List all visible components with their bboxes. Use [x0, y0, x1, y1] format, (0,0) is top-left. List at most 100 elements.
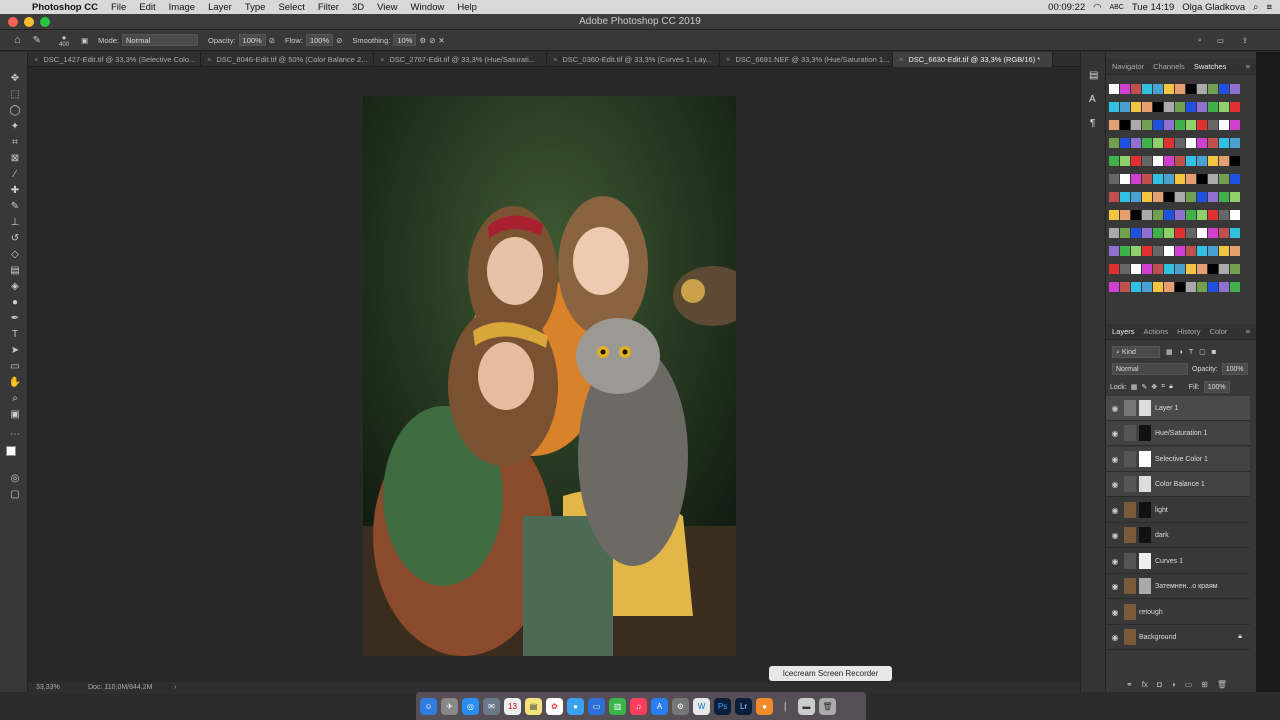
swatch[interactable] [1120, 120, 1130, 130]
swatch[interactable] [1208, 228, 1218, 238]
swatch[interactable] [1109, 156, 1119, 166]
swatch[interactable] [1120, 282, 1130, 292]
swatch[interactable] [1197, 174, 1207, 184]
menu-layer[interactable]: Layer [208, 2, 232, 13]
swatch[interactable] [1120, 174, 1130, 184]
layer-row[interactable]: ◉ Curves 1 [1106, 549, 1250, 574]
swatch[interactable] [1230, 102, 1240, 112]
pen-tool-icon[interactable]: ✒ [8, 312, 22, 326]
close-tab-icon[interactable]: × [899, 55, 903, 64]
mail-icon[interactable]: ✉ [483, 697, 500, 715]
messages-icon[interactable]: ● [567, 697, 584, 715]
panel-menu-icon[interactable]: ≡ [1246, 327, 1250, 336]
swatch[interactable] [1120, 192, 1130, 202]
filter-shape-icon[interactable]: ▢ [1199, 348, 1206, 356]
menu-list-icon[interactable]: ≡ [1266, 2, 1272, 13]
swatch[interactable] [1175, 282, 1185, 292]
filter-smart-icon[interactable]: ◙ [1212, 349, 1216, 356]
photoshop-dock-icon[interactable]: Ps [714, 697, 731, 715]
swatch[interactable] [1164, 282, 1174, 292]
trash-dock-icon[interactable]: 🗑︎ [819, 697, 836, 715]
lock-transparent-icon[interactable]: ▦ [1131, 383, 1138, 391]
swatch[interactable] [1153, 138, 1163, 148]
lock-all-icon[interactable]: 🔒︎ [1169, 383, 1173, 391]
swatch[interactable] [1175, 156, 1185, 166]
app-store-icon[interactable]: A [651, 697, 668, 715]
tab-layers[interactable]: Layers [1112, 327, 1135, 336]
eye-icon[interactable]: ◉ [1106, 531, 1124, 540]
swatch[interactable] [1208, 120, 1218, 130]
menu-type[interactable]: Type [245, 2, 266, 13]
screen-mode-icon[interactable]: ▢ [8, 488, 22, 502]
move-tool-icon[interactable]: ✥ [8, 72, 22, 86]
frame-tool-icon[interactable]: ⊠ [8, 152, 22, 166]
swatch[interactable] [1164, 174, 1174, 184]
brush-settings-icon[interactable]: ▣ [81, 36, 88, 45]
quick-select-icon[interactable]: ✦ [8, 120, 22, 134]
swatch[interactable] [1219, 264, 1229, 274]
tab-doc-4[interactable]: × DSC_0360-Edit.tif @ 33,3% (Curves 1, La… [547, 52, 720, 67]
swatch[interactable] [1109, 84, 1119, 94]
swatch[interactable] [1153, 246, 1163, 256]
tab-doc-active[interactable]: × DSC_6630-Edit.tif @ 33,3% (RGB/16) * [893, 52, 1053, 67]
eye-icon[interactable]: ◉ [1106, 608, 1124, 617]
smoothing-input[interactable]: 10% [393, 34, 417, 46]
swatch[interactable] [1219, 246, 1229, 256]
lightroom-icon[interactable]: Lr [735, 697, 752, 715]
brush-tool-side-icon[interactable]: ✎ [8, 200, 22, 214]
swatch[interactable] [1208, 210, 1218, 220]
eye-icon[interactable]: ◉ [1106, 404, 1124, 413]
swatch[interactable] [1142, 120, 1152, 130]
swatch[interactable] [1142, 282, 1152, 292]
hand-tool-icon[interactable]: ✋ [8, 376, 22, 390]
swatch[interactable] [1208, 264, 1218, 274]
swatch[interactable] [1175, 102, 1185, 112]
status-arrow-icon[interactable]: › [174, 684, 176, 691]
swatch[interactable] [1120, 264, 1130, 274]
swatch[interactable] [1109, 264, 1119, 274]
swatch[interactable] [1186, 174, 1196, 184]
tab-history[interactable]: History [1177, 327, 1200, 336]
trash-icon[interactable]: 🗑︎ [1217, 680, 1227, 689]
history-brush-icon[interactable]: ↺ [8, 232, 22, 246]
document-photo[interactable] [363, 96, 736, 656]
search-icon-ps[interactable]: ⌕ [1198, 35, 1202, 45]
zoom-level[interactable]: 33,33% [36, 684, 60, 691]
word-icon[interactable]: W [693, 697, 710, 715]
swatch[interactable] [1230, 84, 1240, 94]
swatch[interactable] [1208, 246, 1218, 256]
filter-adjust-icon[interactable]: ◑ [1179, 349, 1183, 356]
swatch[interactable] [1164, 156, 1174, 166]
swatch[interactable] [1120, 246, 1130, 256]
eye-icon[interactable]: ◉ [1106, 429, 1124, 438]
swatch[interactable] [1131, 282, 1141, 292]
swatch[interactable] [1230, 264, 1240, 274]
swatch[interactable] [1197, 102, 1207, 112]
swatch[interactable] [1164, 246, 1174, 256]
music-icon[interactable]: ♫ [630, 697, 647, 715]
swatch[interactable] [1197, 120, 1207, 130]
safari-icon[interactable]: ◎ [462, 697, 479, 715]
swatch[interactable] [1219, 282, 1229, 292]
swatch[interactable] [1131, 228, 1141, 238]
mode-select[interactable]: Normal [122, 34, 199, 46]
close-tab-icon[interactable]: × [34, 55, 38, 64]
swatch[interactable] [1164, 228, 1174, 238]
airbrush-icon[interactable]: ⊘ [336, 36, 342, 45]
layer-row[interactable]: ◉ Background 🔒︎ [1106, 625, 1250, 650]
new-group-icon[interactable]: ▭ [1185, 680, 1193, 689]
filter-type-icon[interactable]: T [1189, 349, 1193, 356]
swatch[interactable] [1131, 84, 1141, 94]
tab-color[interactable]: Color [1209, 327, 1227, 336]
eye-icon[interactable]: ◉ [1106, 582, 1124, 591]
swatch[interactable] [1153, 210, 1163, 220]
pressure-opacity-icon[interactable]: ⊘ [269, 36, 275, 45]
layer-row[interactable]: ◉ Затемнен...о краям [1106, 574, 1250, 599]
symmetry-icon[interactable]: ✕ [438, 36, 444, 45]
swatch[interactable] [1109, 192, 1119, 202]
eyedropper-icon[interactable]: ⁄ [8, 168, 22, 182]
swatch[interactable] [1219, 228, 1229, 238]
swatch[interactable] [1131, 174, 1141, 184]
swatch[interactable] [1208, 174, 1218, 184]
close-tab-icon[interactable]: × [726, 55, 730, 64]
